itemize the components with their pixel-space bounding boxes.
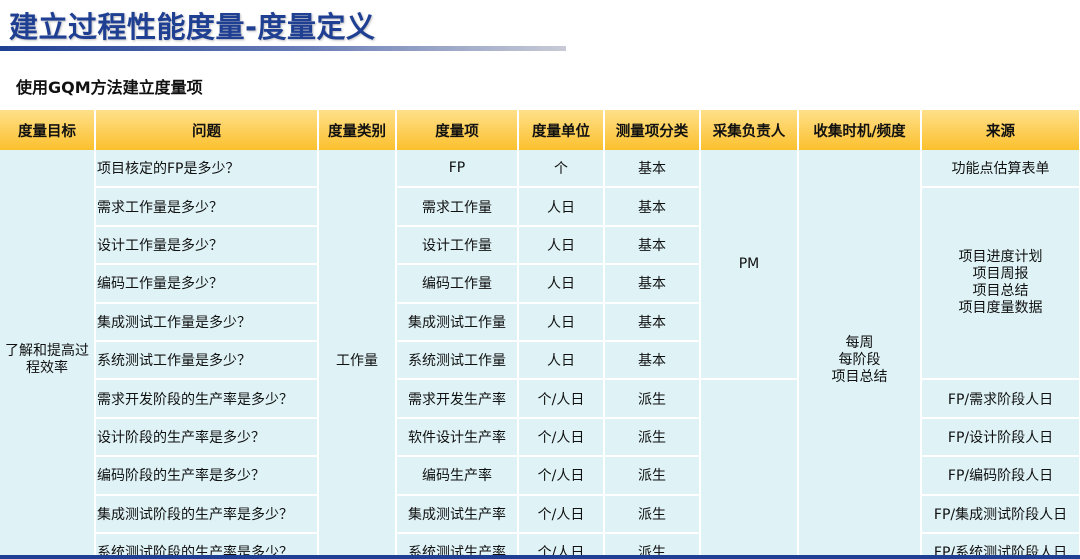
header-source: 来源	[921, 110, 1080, 150]
kind-cell: 基本	[604, 150, 701, 189]
item-cell: 设计工作量	[396, 225, 519, 266]
timing-line: 项目总结	[831, 368, 888, 385]
bottom-bar	[0, 555, 1080, 559]
unit-cell: 个/人日	[518, 494, 605, 534]
title-underline	[0, 46, 566, 51]
source-cell: FP/设计阶段人日	[921, 417, 1080, 458]
unit-cell: 个	[518, 150, 605, 189]
section-subtitle: 使用GQM方法建立度量项	[16, 78, 203, 97]
question-cell: 需求工作量是多少？	[95, 187, 319, 227]
source-line: 项目周报	[972, 266, 1029, 283]
timing-cell: 每周 每阶段 项目总结	[798, 150, 922, 559]
source-cell: FP/需求阶段人日	[921, 379, 1080, 419]
question-cell: 设计工作量是多少？	[95, 225, 319, 266]
timing-line: 每阶段	[838, 351, 881, 368]
table-header-row: 度量目标 问题 度量类别 度量项 度量单位 测量项分类 采集负责人 收集时机/频…	[0, 110, 1080, 150]
source-line: 项目进度计划	[958, 249, 1043, 266]
table-row: 了解和提高过程效率 项目核定的FP是多少？ 工作量 FP 个 基本 PM 每周 …	[0, 150, 1080, 559]
question-cell: 需求开发阶段的生产率是多少？	[95, 379, 319, 419]
unit-cell: 人日	[518, 340, 605, 381]
unit-cell: 人日	[518, 225, 605, 266]
category-cell: 工作量	[318, 150, 397, 559]
source-line: 项目总结	[972, 283, 1029, 300]
header-goal: 度量目标	[0, 110, 96, 150]
item-cell: 集成测试生产率	[396, 494, 519, 534]
kind-cell: 派生	[604, 456, 701, 496]
header-owner: 采集负责人	[700, 110, 799, 150]
goal-cell: 了解和提高过程效率	[0, 150, 96, 559]
item-cell: 集成测试工作量	[396, 302, 519, 342]
unit-cell: 个/人日	[518, 417, 605, 458]
metrics-table: 度量目标 问题 度量类别 度量项 度量单位 测量项分类 采集负责人 收集时机/频…	[0, 110, 1080, 559]
item-cell: 编码工作量	[396, 264, 519, 304]
kind-cell: 派生	[604, 379, 701, 419]
kind-cell: 基本	[604, 187, 701, 227]
unit-cell: 人日	[518, 187, 605, 227]
unit-cell: 人日	[518, 302, 605, 342]
item-cell: 需求工作量	[396, 187, 519, 227]
unit-cell: 人日	[518, 264, 605, 304]
header-timing: 收集时机/频度	[798, 110, 922, 150]
item-cell: FP	[396, 150, 519, 189]
header-question: 问题	[95, 110, 319, 150]
timing-line: 每周	[845, 334, 874, 351]
source-cell: 功能点估算表单	[921, 150, 1080, 189]
owner-cell: PM	[700, 150, 799, 381]
header-category: 度量类别	[318, 110, 397, 150]
header-kind: 测量项分类	[604, 110, 701, 150]
header-item: 度量项	[396, 110, 519, 150]
question-cell: 设计阶段的生产率是多少？	[95, 417, 319, 458]
slide: 建立过程性能度量-度量定义 使用GQM方法建立度量项 度量目标 问题 度量类别 …	[0, 0, 1080, 559]
source-group-cell: 项目进度计划 项目周报 项目总结 项目度量数据	[921, 187, 1080, 381]
header-unit: 度量单位	[518, 110, 605, 150]
question-cell: 集成测试工作量是多少？	[95, 302, 319, 342]
kind-cell: 基本	[604, 225, 701, 266]
unit-cell: 个/人日	[518, 379, 605, 419]
source-cell: FP/集成测试阶段人日	[921, 494, 1080, 534]
item-cell: 编码生产率	[396, 456, 519, 496]
kind-cell: 基本	[604, 340, 701, 381]
owner-cell-empty	[700, 379, 799, 559]
source-line: 项目度量数据	[958, 300, 1043, 317]
kind-cell: 派生	[604, 494, 701, 534]
question-cell: 编码阶段的生产率是多少？	[95, 456, 319, 496]
question-cell: 编码工作量是多少？	[95, 264, 319, 304]
kind-cell: 派生	[604, 417, 701, 458]
item-cell: 软件设计生产率	[396, 417, 519, 458]
kind-cell: 基本	[604, 302, 701, 342]
page-title: 建立过程性能度量-度量定义	[9, 10, 376, 44]
item-cell: 需求开发生产率	[396, 379, 519, 419]
kind-cell: 基本	[604, 264, 701, 304]
item-cell: 系统测试工作量	[396, 340, 519, 381]
question-cell: 集成测试阶段的生产率是多少？	[95, 494, 319, 534]
source-cell: FP/编码阶段人日	[921, 456, 1080, 496]
question-cell: 项目核定的FP是多少？	[95, 150, 319, 189]
question-cell: 系统测试工作量是多少？	[95, 340, 319, 381]
unit-cell: 个/人日	[518, 456, 605, 496]
